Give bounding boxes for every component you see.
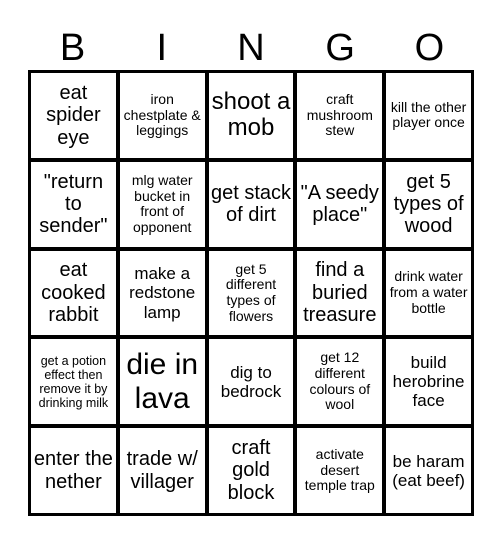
bingo-cell[interactable]: dig to bedrock	[208, 339, 294, 425]
bingo-cell[interactable]: be haram (eat beef)	[386, 428, 471, 513]
bingo-cell[interactable]: "return to sender"	[31, 161, 116, 247]
bingo-cell[interactable]: die in lava	[119, 339, 205, 425]
bingo-cell[interactable]: enter the nether	[31, 428, 116, 513]
bingo-cell[interactable]: shoot a mob	[208, 73, 294, 158]
header-letter-o: O	[414, 27, 445, 69]
bingo-cell[interactable]: eat spider eye	[31, 73, 116, 158]
bingo-header: B I N G O	[28, 20, 474, 70]
bingo-cell[interactable]: kill the other player once	[386, 73, 471, 158]
bingo-cell[interactable]: get a potion effect then remove it by dr…	[31, 339, 116, 425]
bingo-cell[interactable]: eat cooked rabbit	[31, 250, 116, 336]
bingo-cell[interactable]: get stack of dirt	[208, 161, 294, 247]
bingo-cell[interactable]: iron chestplate & leggings	[119, 73, 205, 158]
bingo-cell[interactable]: activate desert temple trap	[297, 428, 383, 513]
bingo-cell[interactable]: get 12 different colours of wool	[297, 339, 383, 425]
bingo-cell[interactable]: "A seedy place"	[297, 161, 383, 247]
header-letter-n: N	[237, 27, 265, 69]
bingo-board: eat spider eye iron chestplate & legging…	[28, 70, 474, 516]
header-letter-g: G	[325, 27, 355, 69]
bingo-cell[interactable]: trade w/ villager	[119, 428, 205, 513]
bingo-cell[interactable]: mlg water bucket in front of opponent	[119, 161, 205, 247]
bingo-cell[interactable]: drink water from a water bottle	[386, 250, 471, 336]
bingo-cell[interactable]: get 5 types of wood	[386, 161, 471, 247]
bingo-cell[interactable]: build herobrine face	[386, 339, 471, 425]
bingo-cell[interactable]: craft mushroom stew	[297, 73, 383, 158]
bingo-cell[interactable]: craft gold block	[208, 428, 294, 513]
header-letter-b: B	[59, 27, 86, 69]
bingo-cell[interactable]: find a buried treasure	[297, 250, 383, 336]
bingo-cell[interactable]: get 5 different types of flowers	[208, 250, 294, 336]
header-letter-i: I	[156, 27, 168, 69]
bingo-cell[interactable]: make a redstone lamp	[119, 250, 205, 336]
